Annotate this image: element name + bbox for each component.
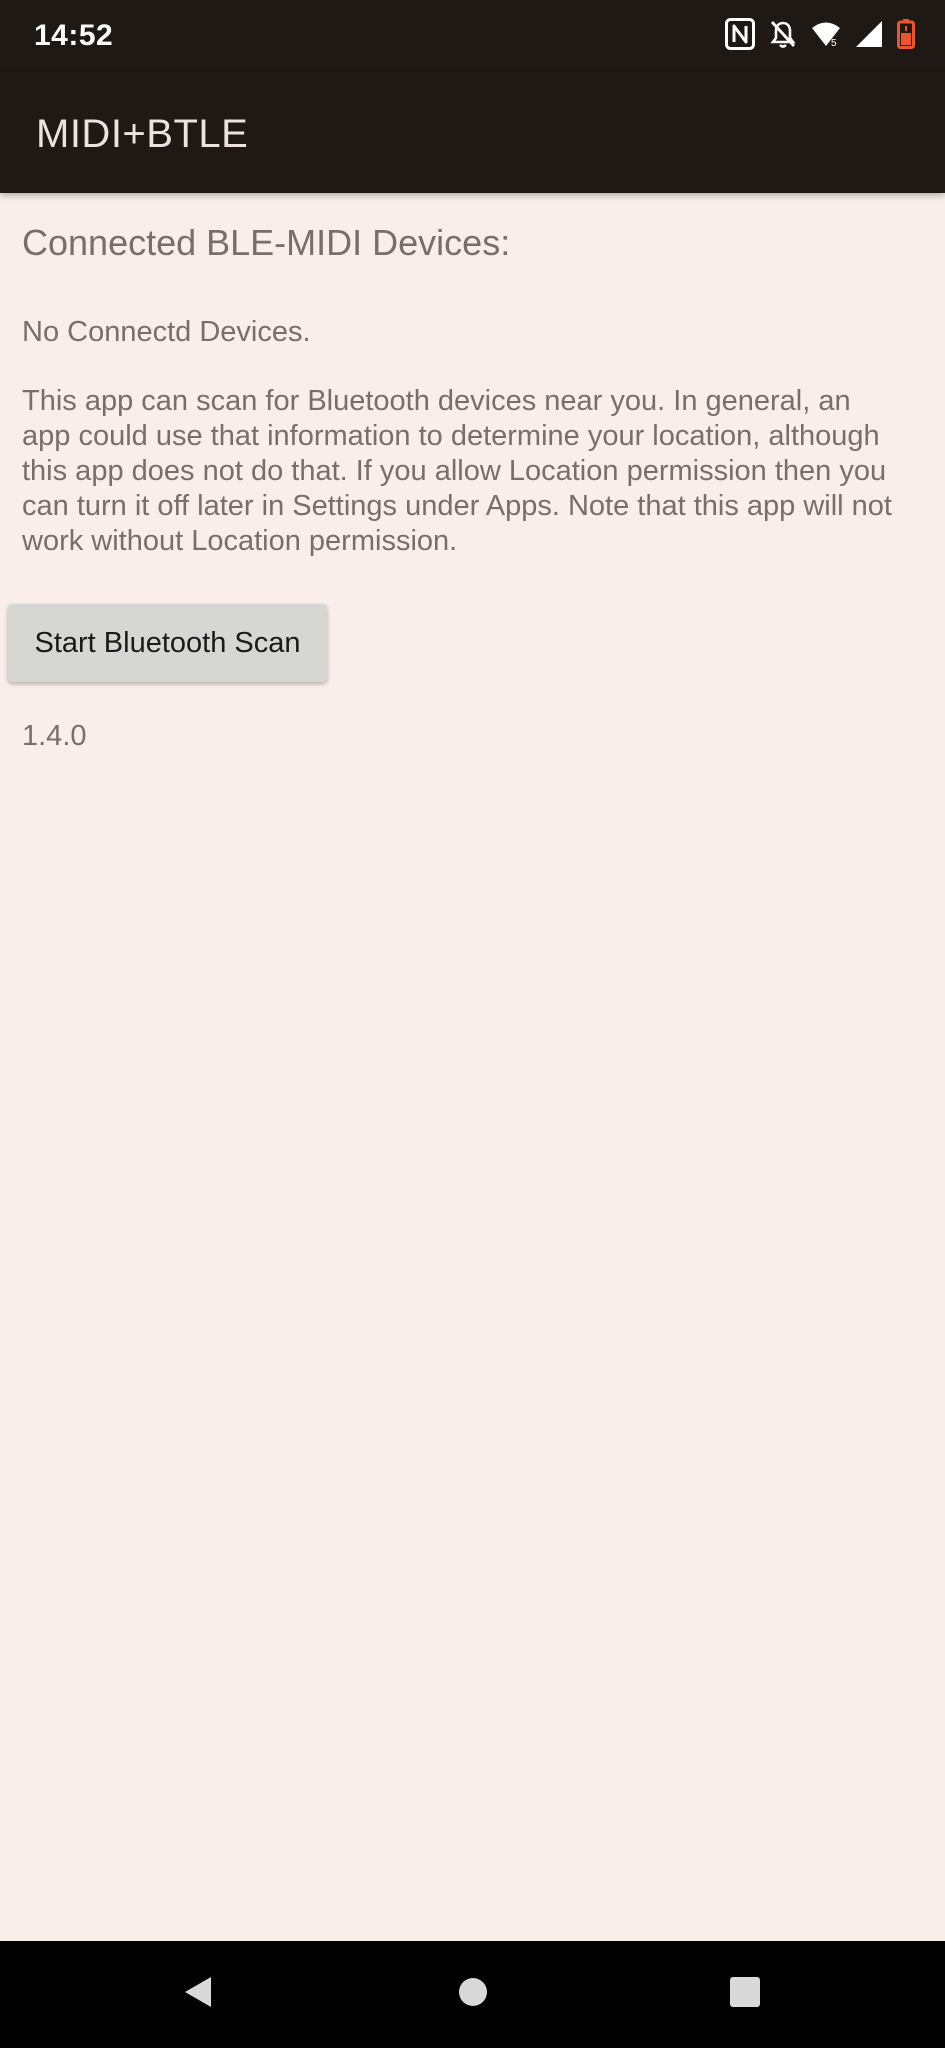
status-bar: 14:52 5 (0, 0, 945, 72)
app-bar: MIDI+BTLE (0, 72, 945, 193)
app-title: MIDI+BTLE (36, 112, 249, 156)
home-button[interactable] (413, 1941, 533, 2048)
notifications-off-icon (769, 19, 797, 54)
nfc-icon (725, 17, 755, 55)
start-bluetooth-scan-button[interactable]: Start Bluetooth Scan (8, 604, 327, 682)
battery-low-icon (897, 18, 915, 54)
navigation-bar (0, 1941, 945, 2048)
home-icon (457, 1976, 489, 2013)
back-icon (181, 1975, 215, 2014)
cell-signal-icon (855, 20, 883, 53)
recents-button[interactable] (685, 1941, 805, 2048)
status-time: 14:52 (34, 19, 114, 52)
location-permission-notice: This app can scan for Bluetooth devices … (22, 385, 892, 557)
status-icons: 5 (725, 17, 915, 55)
devices-status-text: No Connectd Devices. (22, 316, 311, 348)
back-button[interactable] (138, 1941, 258, 2048)
version-label: 1.4.0 (22, 720, 87, 752)
wifi-icon: 5 (811, 21, 841, 52)
devices-heading: Connected BLE-MIDI Devices: (22, 222, 511, 263)
svg-text:5: 5 (831, 38, 837, 47)
recents-icon (728, 1975, 762, 2014)
